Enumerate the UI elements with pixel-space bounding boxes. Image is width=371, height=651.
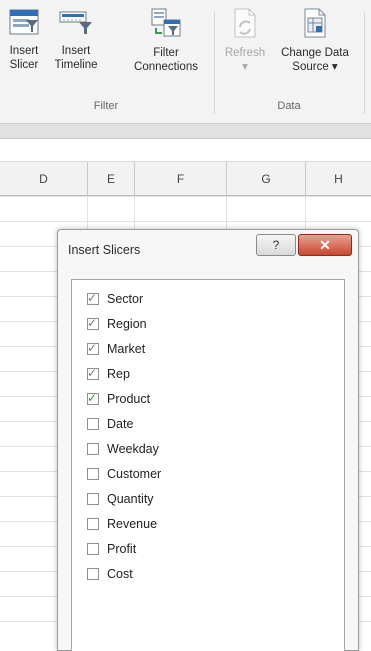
filter-connections-icon [151,8,181,37]
insert-timeline-button[interactable]: Insert Timeline [48,8,104,72]
data-group-label: Data [277,100,301,112]
field-label: Date [107,417,134,431]
help-icon: ? [272,238,280,252]
insert-timeline-label-2: Timeline [54,59,98,71]
field-label: Cost [107,567,133,581]
field-checkbox[interactable] [87,443,99,455]
field-item-profit[interactable]: Profit [87,541,136,557]
field-label: Profit [107,542,137,556]
dialog-title: Insert Slicers [68,243,141,257]
checkmark-icon: ✓ [87,291,98,305]
field-item-cost[interactable]: Cost [87,566,133,582]
field-checkbox[interactable] [87,518,99,530]
close-icon: ✕ [319,236,331,253]
field-label: Product [107,392,151,406]
checkmark-icon: ✓ [87,316,98,330]
formula-bar[interactable] [0,139,371,162]
field-item-weekday[interactable]: Weekday [87,441,159,457]
insert-timeline-label-1: Insert [61,45,91,57]
checkmark-icon: ✓ [87,341,98,355]
insert-slicer-button[interactable]: Insert Slicer [4,8,44,72]
group-separator-right [364,12,365,114]
checkmark-icon: ✓ [87,366,98,380]
field-checkbox[interactable] [87,493,99,505]
field-item-rep[interactable]: ✓ Rep [87,366,130,382]
field-label: Quantity [107,492,154,506]
column-header-g[interactable]: G [227,162,306,196]
field-checkbox[interactable]: ✓ [87,366,99,380]
ribbon: Insert Slicer Insert Timeline Filter Con… [0,0,371,124]
column-header-d[interactable]: D [0,162,88,196]
change-data-source-label-1: Change Data [281,47,349,59]
change-data-source-icon [304,8,326,38]
field-checkbox[interactable]: ✓ [87,316,99,330]
change-data-source-label-2: Source ▾ [292,61,338,73]
close-button[interactable]: ✕ [298,234,352,256]
field-checkbox[interactable]: ✓ [87,341,99,355]
field-label: Revenue [107,517,158,531]
group-separator [214,12,215,114]
field-label: Region [107,317,147,331]
field-item-product[interactable]: ✓ Product [87,391,150,407]
refresh-label: Refresh [224,47,266,59]
refresh-button[interactable]: Refresh ▾ [220,8,270,74]
field-checkbox[interactable] [87,568,99,580]
field-checkbox[interactable] [87,468,99,480]
field-checkbox[interactable]: ✓ [87,391,99,405]
refresh-dropdown-icon: ▾ [242,61,248,73]
filter-connections-button[interactable]: Filter Connections [124,8,208,74]
filter-group-label: Filter [93,100,119,112]
filter-connections-label-2: Connections [134,61,198,73]
field-label: Customer [107,467,162,481]
checkmark-icon: ✓ [87,391,98,405]
field-checkbox[interactable]: ✓ [87,291,99,305]
field-label: Sector [107,292,144,306]
column-header-e[interactable]: E [88,162,135,196]
field-item-sector[interactable]: ✓ Sector [87,291,143,307]
field-label: Weekday [107,442,159,456]
insert-slicer-label-2: Slicer [9,59,39,71]
field-list: ✓ Sector ✓ Region ✓ Market ✓ Rep ✓ Produ… [71,279,345,651]
timeline-icon [59,11,92,34]
insert-slicer-label-1: Insert [9,45,39,57]
field-item-date[interactable]: Date [87,416,133,432]
field-checkbox[interactable] [87,418,99,430]
help-button[interactable]: ? [256,234,296,256]
refresh-icon [234,8,256,38]
field-item-market[interactable]: ✓ Market [87,341,145,357]
field-item-region[interactable]: ✓ Region [87,316,147,332]
filter-connections-label-1: Filter [153,47,179,59]
field-item-quantity[interactable]: Quantity [87,491,154,507]
change-data-source-button[interactable]: Change Data Source ▾ [272,8,358,74]
field-label: Market [107,342,146,356]
column-header-h[interactable]: H [306,162,371,196]
field-item-customer[interactable]: Customer [87,466,161,482]
field-checkbox[interactable] [87,543,99,555]
insert-slicers-dialog: Insert Slicers ? ✕ ✓ Sector ✓ Region ✓ M… [57,229,359,651]
slicer-icon [9,9,39,35]
field-item-revenue[interactable]: Revenue [87,516,157,532]
field-label: Rep [107,367,130,381]
ribbon-collapse-bar [0,124,371,139]
column-header-f[interactable]: F [135,162,227,196]
